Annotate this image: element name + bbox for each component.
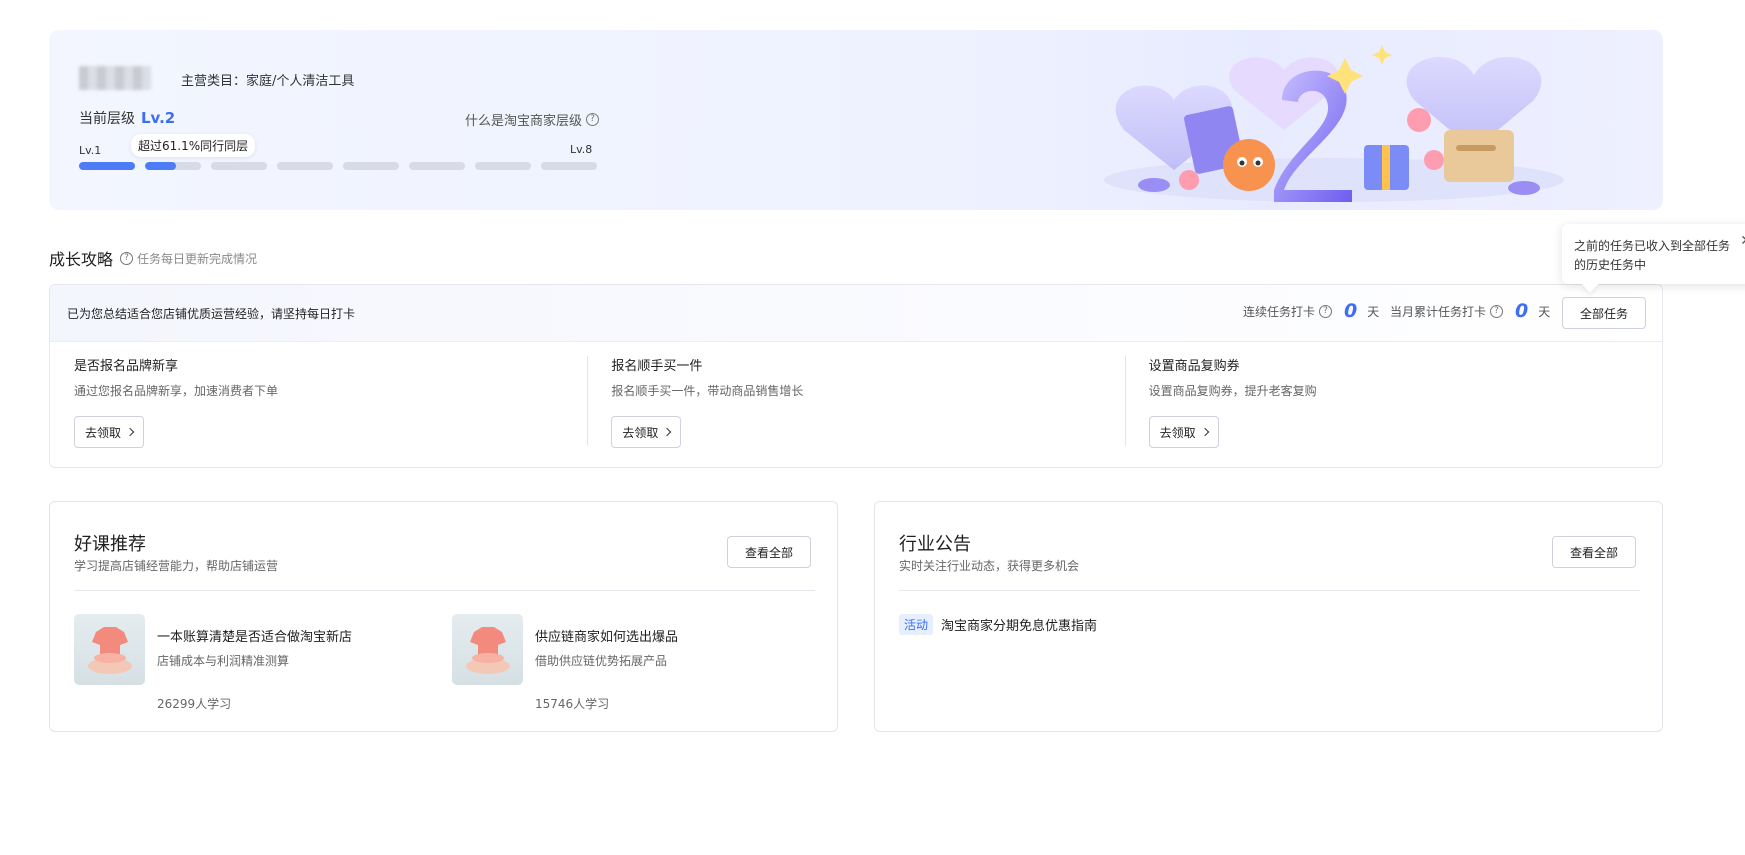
level-segment xyxy=(343,162,399,170)
task-title: 报名顺手买一件 xyxy=(611,359,703,374)
all-tasks-button[interactable]: 全部任务 xyxy=(1562,297,1646,329)
divider xyxy=(74,590,815,591)
close-icon[interactable]: ✕ xyxy=(1740,232,1745,251)
task-bar-text: 已为您总结适合您店铺优质运营经验，请坚持每日打卡 xyxy=(67,307,356,321)
claim-button[interactable]: 去领取 xyxy=(611,416,682,448)
task-item: 报名顺手买一件 报名顺手买一件，带动商品销售增长 去领取 xyxy=(587,342,1124,467)
course-card-subtitle: 学习提高店铺经营能力，帮助店铺运营 xyxy=(74,559,279,573)
chevron-right-icon xyxy=(125,427,135,437)
task-item: 设置商品复购券 设置商品复购券，提升老客复购 去领取 xyxy=(1124,342,1662,467)
help-icon[interactable]: ? xyxy=(120,251,134,265)
course-title: 一本账算清楚是否适合做淘宝新店 xyxy=(157,630,353,645)
course-learners: 15746人学习 xyxy=(535,697,610,711)
what-is-level-link[interactable]: 什么是淘宝商家层级 ? xyxy=(465,110,600,129)
level-progress-bar xyxy=(79,162,597,170)
help-icon[interactable]: ? xyxy=(1490,305,1504,318)
course-desc: 借助供应链优势拓展产品 xyxy=(535,654,668,668)
chevron-right-icon xyxy=(1200,427,1209,437)
notice-text: 淘宝商家分期免息优惠指南 xyxy=(941,619,1098,634)
claim-button-label: 去领取 xyxy=(85,425,122,440)
level-segment xyxy=(79,162,135,170)
notice-card-title: 行业公告 xyxy=(899,534,971,555)
level-segment xyxy=(277,162,333,170)
monthly-value: 0 xyxy=(1515,300,1529,322)
task-desc: 报名顺手买一件，带动商品销售增长 xyxy=(611,384,804,398)
chevron-right-icon xyxy=(663,427,672,437)
course-card-title: 好课推荐 xyxy=(74,534,146,555)
level-segment-fill xyxy=(145,162,176,170)
claim-button[interactable]: 去领取 xyxy=(1148,416,1219,448)
growth-title: 成长攻略 xyxy=(49,250,114,269)
claim-button[interactable]: 去领取 xyxy=(74,416,145,448)
current-level: 当前层级 Lv.2 xyxy=(79,108,175,128)
course-desc: 店铺成本与利润精准测算 xyxy=(157,654,290,668)
what-is-level-text: 什么是淘宝商家层级 xyxy=(465,114,583,129)
task-bar: 已为您总结适合您店铺优质运营经验，请坚持每日打卡 连续任务打卡 ? 0 天 当月… xyxy=(50,285,1662,342)
growth-subtitle-text: 任务每日更新完成情况 xyxy=(137,251,258,266)
course-recommend-card: 好课推荐 学习提高店铺经营能力，帮助店铺运营 查看全部 一本账算清楚是否适合做淘… xyxy=(49,501,838,732)
level-max-label: Lv.8 xyxy=(570,143,593,156)
streak-counter: 连续任务打卡 ? 0 天 xyxy=(1243,302,1379,321)
course-item[interactable]: 供应链商家如何选出爆品 借助供应链优势拓展产品 15746人学习 xyxy=(452,614,678,712)
streak-value: 0 xyxy=(1344,300,1358,322)
growth-header: 成长攻略 ? 任务每日更新完成情况 xyxy=(49,246,257,270)
streak-label: 连续任务打卡 xyxy=(1243,305,1316,319)
course-thumbnail xyxy=(452,614,523,685)
level-segment xyxy=(475,162,531,170)
monthly-label: 当月累计任务打卡 xyxy=(1390,305,1487,319)
task-desc: 通过您报名品牌新享，加速消费者下单 xyxy=(74,384,279,398)
current-level-label: 当前层级 xyxy=(79,111,135,127)
current-level-value: Lv.2 xyxy=(141,109,176,127)
industry-notice-card: 行业公告 实时关注行业动态，获得更多机会 查看全部 活动 淘宝商家分期免息优惠指… xyxy=(874,501,1663,732)
task-card: 已为您总结适合您店铺优质运营经验，请坚持每日打卡 连续任务打卡 ? 0 天 当月… xyxy=(49,284,1663,468)
level-segment xyxy=(541,162,597,170)
level-segment xyxy=(211,162,267,170)
growth-subtitle: ? 任务每日更新完成情况 xyxy=(120,250,257,267)
main-category: 主营类目：家庭/个人清洁工具 xyxy=(181,74,355,89)
notice-tag: 活动 xyxy=(899,614,934,635)
monthly-counter: 当月累计任务打卡 ? 0 天 xyxy=(1390,302,1550,321)
task-desc: 设置商品复购券，提升老客复购 xyxy=(1148,384,1317,398)
level-banner: 主营类目：家庭/个人清洁工具 当前层级 Lv.2 什么是淘宝商家层级 ? Lv.… xyxy=(49,30,1663,210)
monthly-unit: 天 xyxy=(1538,305,1551,319)
view-all-courses-button[interactable]: 查看全部 xyxy=(727,536,811,568)
page: 主营类目：家庭/个人清洁工具 当前层级 Lv.2 什么是淘宝商家层级 ? Lv.… xyxy=(0,0,1745,855)
view-all-notices-button[interactable]: 查看全部 xyxy=(1552,536,1636,568)
divider xyxy=(899,590,1640,591)
claim-button-label: 去领取 xyxy=(1159,425,1196,440)
course-thumbnail xyxy=(74,614,145,685)
course-title: 供应链商家如何选出爆品 xyxy=(535,630,679,645)
level-illustration xyxy=(1104,45,1564,202)
shop-name-blurred xyxy=(79,66,151,90)
course-item[interactable]: 一本账算清楚是否适合做淘宝新店 店铺成本与利润精准测算 26299人学习 xyxy=(74,614,352,712)
course-learners: 26299人学习 xyxy=(157,697,232,711)
notice-card-subtitle: 实时关注行业动态，获得更多机会 xyxy=(899,559,1080,573)
level-segment xyxy=(145,162,201,170)
help-icon[interactable]: ? xyxy=(1319,305,1333,318)
task-title: 设置商品复购券 xyxy=(1148,359,1240,374)
claim-button-label: 去领取 xyxy=(622,425,659,440)
task-item: 是否报名品牌新享 通过您报名品牌新享，加速消费者下单 去领取 xyxy=(50,342,587,467)
history-tasks-popover: 之前的任务已收入到全部任务的历史任务中 ✕ xyxy=(1562,224,1745,284)
task-title: 是否报名品牌新享 xyxy=(74,359,179,374)
help-icon: ? xyxy=(586,113,600,126)
notice-item[interactable]: 活动 淘宝商家分期免息优惠指南 xyxy=(899,614,1097,635)
task-list: 是否报名品牌新享 通过您报名品牌新享，加速消费者下单 去领取 报名顺手买一件 报… xyxy=(50,342,1662,467)
level-min-label: Lv.1 xyxy=(79,144,102,157)
percentile-badge: 超过61.1%同行同层 xyxy=(131,134,256,157)
streak-unit: 天 xyxy=(1367,305,1380,319)
level-segment xyxy=(409,162,465,170)
popover-text: 之前的任务已收入到全部任务的历史任务中 xyxy=(1574,239,1731,272)
